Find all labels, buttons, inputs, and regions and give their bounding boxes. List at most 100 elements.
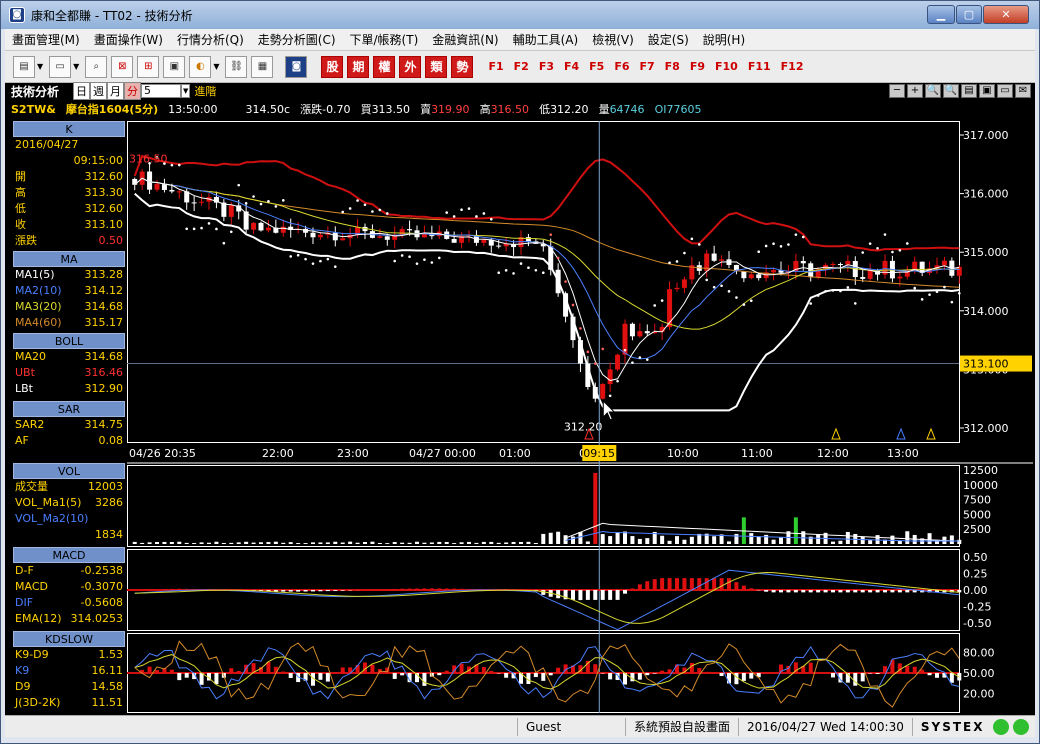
sar-dot — [252, 195, 255, 198]
close-button[interactable]: ✕ — [983, 5, 1029, 24]
volume-bar — [229, 542, 234, 544]
f5-button[interactable]: F5 — [589, 60, 604, 73]
period-select[interactable]: 5 — [141, 84, 182, 98]
menu-order-account[interactable]: 下單/帳務(T) — [343, 31, 426, 48]
minus-icon[interactable]: ─ — [889, 84, 905, 98]
kd-histogram-bar — [504, 673, 509, 678]
macd-histogram-bar — [741, 585, 746, 590]
window-icon[interactable]: ▣ — [163, 55, 186, 78]
panel-header-k[interactable]: K — [13, 121, 125, 137]
chevron-down-icon[interactable]: ▼ — [213, 62, 219, 71]
volume-bar — [407, 542, 412, 544]
panel-header-ma[interactable]: MA — [13, 251, 125, 267]
panel-header-macd[interactable]: MACD — [13, 547, 125, 563]
close-box-icon[interactable]: ⊠ — [111, 55, 134, 78]
f8-button[interactable]: F8 — [665, 60, 680, 73]
candle-body — [265, 227, 271, 231]
volume-bar — [377, 542, 382, 544]
macd-histogram-bar — [875, 590, 880, 593]
note-icon[interactable]: ▦ — [251, 55, 274, 78]
list-icon[interactable]: ▤ — [961, 84, 977, 98]
menu-trend-chart[interactable]: 走勢分析圖(C) — [251, 31, 343, 48]
f11-button[interactable]: F11 — [748, 60, 771, 73]
maximize-button[interactable]: ▢ — [956, 5, 982, 24]
stock-button[interactable]: 股 — [321, 55, 344, 78]
menu-tools[interactable]: 輔助工具(A) — [506, 31, 586, 48]
foreign-button[interactable]: 外 — [399, 55, 422, 78]
panel-header-sar[interactable]: SAR — [13, 401, 125, 417]
menu-help[interactable]: 說明(H) — [696, 31, 752, 48]
menu-icon[interactable]: ▤ — [13, 55, 35, 78]
f7-button[interactable]: F7 — [640, 60, 655, 73]
period-week[interactable]: 週 — [90, 82, 108, 100]
chevron-down-icon[interactable]: ▼ — [73, 62, 79, 71]
period-day[interactable]: 日 — [73, 82, 91, 100]
advanced-button[interactable]: 進階 — [194, 83, 216, 99]
save-icon[interactable]: ▣ — [979, 84, 995, 98]
candle-body — [748, 274, 754, 279]
panel-row-label: K9-D9 — [15, 648, 49, 661]
volume-bar — [489, 541, 494, 544]
sar-dot — [467, 207, 471, 210]
link-icon[interactable]: ⛓ — [225, 55, 248, 78]
f3-button[interactable]: F3 — [539, 60, 554, 73]
period-minute[interactable]: 分 — [124, 82, 142, 100]
chart-window: 技術分析 日 週 月 分 5 ▼ 進階 ─ + 🔍 🔍 ▤ ▣ ▭ ✉ S2TW… — [5, 82, 1035, 715]
grid-icon[interactable]: ⊞ — [137, 55, 160, 78]
panel-row-label: D-F — [15, 564, 34, 577]
futures-button[interactable]: 期 — [347, 55, 370, 78]
systex-icon[interactable]: ◙ — [285, 55, 308, 78]
zoom-out-icon[interactable]: 🔍 — [943, 84, 959, 98]
sar-dot — [742, 303, 746, 306]
macd-histogram-bar — [734, 582, 739, 590]
minimize-button[interactable]: ▁ — [927, 5, 955, 24]
menu-view[interactable]: 檢視(V) — [585, 31, 641, 48]
time-tick-label: 04/26 20:35 — [129, 447, 196, 460]
chevron-down-icon[interactable]: ▼ — [181, 84, 191, 98]
panel-header-vol[interactable]: VOL — [13, 463, 125, 479]
screen-icon[interactable]: ▭ — [49, 55, 72, 78]
sar-dot — [281, 199, 285, 202]
candle-body — [808, 263, 814, 278]
sar-dot — [259, 202, 263, 206]
panel-header-kd[interactable]: KDSLOW — [13, 631, 125, 647]
f12-button[interactable]: F12 — [781, 60, 804, 73]
search-icon[interactable]: ⌕ — [85, 55, 108, 78]
f10-button[interactable]: F10 — [715, 60, 738, 73]
candle-body — [317, 234, 323, 238]
menu-settings[interactable]: 設定(S) — [641, 31, 696, 48]
title-bar[interactable]: ◙ 康和全都賺 - TT02 - 技術分析 ▁ ▢ ✕ — [1, 1, 1039, 29]
sar-dot — [675, 260, 679, 263]
trend-button[interactable]: 勢 — [451, 55, 474, 78]
plus-icon[interactable]: + — [907, 84, 923, 98]
period-month[interactable]: 月 — [107, 82, 125, 100]
chart-area[interactable]: 317.000316.000315.000314.000313.000312.0… — [127, 121, 1033, 713]
zoom-in-icon[interactable]: 🔍 — [925, 84, 941, 98]
menu-quote-analysis[interactable]: 行情分析(Q) — [170, 31, 251, 48]
macd-tick-label: 0.00 — [963, 584, 988, 597]
panel-date: 2016/04/27 — [15, 138, 79, 151]
price-tick-label: 316.000 — [963, 188, 1009, 201]
panel-row-label: 高 — [15, 186, 26, 199]
power-icon[interactable] — [1013, 718, 1029, 735]
options-button[interactable]: 權 — [373, 55, 396, 78]
f2-button[interactable]: F2 — [514, 60, 529, 73]
panel-header-boll[interactable]: BOLL — [13, 333, 125, 349]
window-icon[interactable]: ▭ — [997, 84, 1013, 98]
sector-button[interactable]: 類 — [425, 55, 448, 78]
price-tick-label: 315.000 — [963, 246, 1009, 259]
menu-screen-operate[interactable]: 畫面操作(W) — [87, 31, 170, 48]
candle-body — [629, 323, 635, 337]
menu-screen-manage[interactable]: 畫面管理(M) — [5, 31, 87, 48]
volume-bar — [400, 542, 405, 544]
f4-button[interactable]: F4 — [564, 60, 579, 73]
menu-finance-info[interactable]: 金融資訊(N) — [425, 31, 505, 48]
f9-button[interactable]: F9 — [690, 60, 705, 73]
app-icon[interactable]: ◙ — [9, 7, 25, 23]
world-icon[interactable]: ◐ — [189, 55, 212, 78]
f6-button[interactable]: F6 — [614, 60, 629, 73]
f1-button[interactable]: F1 — [488, 60, 503, 73]
chevron-down-icon[interactable]: ▼ — [37, 62, 43, 71]
macd-histogram-bar — [340, 590, 345, 591]
mail-icon[interactable]: ✉ — [1015, 84, 1031, 98]
